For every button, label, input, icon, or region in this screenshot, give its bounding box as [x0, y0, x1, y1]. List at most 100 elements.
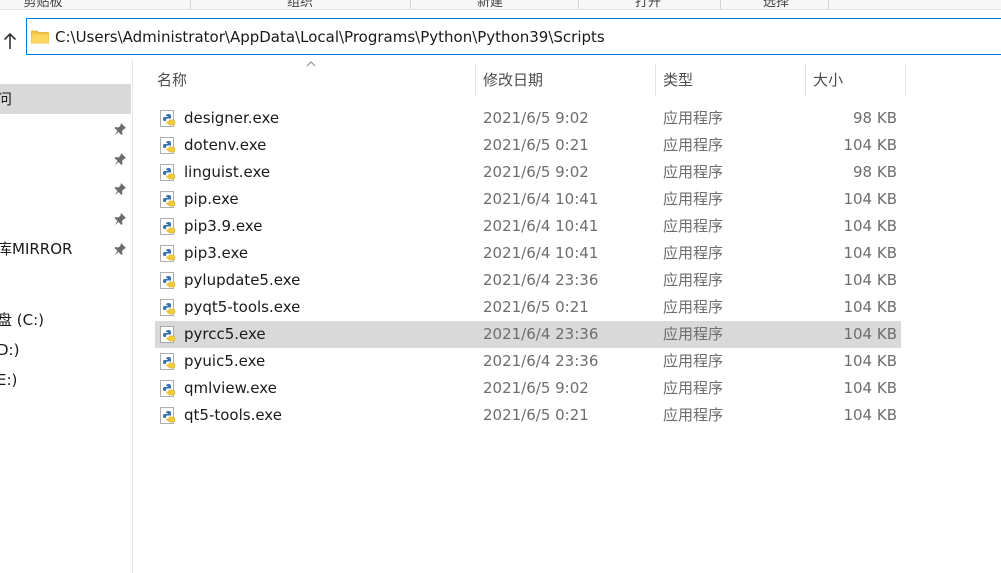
file-size: 104 KB: [843, 136, 897, 154]
nav-item-drive-d[interactable]: D:): [0, 335, 131, 365]
python-exe-icon: [160, 353, 176, 370]
nav-item-quick-access[interactable]: 问: [0, 84, 131, 114]
python-exe-icon: [160, 326, 176, 343]
file-row[interactable]: pip3.exe 2021/6/4 10:41 应用程序 104 KB: [155, 240, 901, 267]
file-date: 2021/6/4 23:36: [483, 352, 599, 370]
ribbon-group-clipboard: 剪贴板: [23, 0, 63, 10]
python-exe-icon: [160, 272, 176, 289]
nav-item-mirror[interactable]: 库MIRROR: [0, 234, 131, 264]
file-row[interactable]: linguist.exe 2021/6/5 9:02 应用程序 98 KB: [155, 159, 901, 186]
column-header-label: 名称: [157, 71, 188, 89]
file-date: 2021/6/4 23:36: [483, 271, 599, 289]
file-row[interactable]: qt5-tools.exe 2021/6/5 0:21 应用程序 104 KB: [155, 402, 901, 429]
pin-icon: [114, 183, 126, 196]
file-type: 应用程序: [663, 136, 724, 154]
pin-icon: [114, 123, 126, 136]
sort-ascending-icon: [306, 60, 316, 71]
ribbon-group-organize: 组织: [286, 0, 313, 10]
pin-icon: [114, 153, 126, 166]
ribbon-group-labels: 剪贴板 组织 新建 打开 选择: [0, 0, 1001, 10]
column-header-type[interactable]: 类型: [659, 60, 805, 98]
address-row: C:\Users\Administrator\AppData\Local\Pro…: [0, 10, 1001, 60]
file-size: 104 KB: [843, 325, 897, 343]
column-header-size[interactable]: 大小: [809, 60, 905, 98]
column-header-label: 类型: [663, 71, 694, 89]
python-exe-icon: [160, 137, 176, 154]
nav-item-pinned-1[interactable]: [0, 114, 131, 144]
file-name: pyqt5-tools.exe: [184, 298, 301, 316]
file-name: linguist.exe: [184, 163, 271, 181]
file-type: 应用程序: [663, 298, 724, 316]
file-type: 应用程序: [663, 352, 724, 370]
column-header-label: 大小: [813, 71, 844, 89]
file-date: 2021/6/5 0:21: [483, 406, 589, 424]
file-date: 2021/6/5 0:21: [483, 136, 589, 154]
file-name: dotenv.exe: [184, 136, 267, 154]
file-row[interactable]: qmlview.exe 2021/6/5 9:02 应用程序 104 KB: [155, 375, 901, 402]
file-size: 104 KB: [843, 352, 897, 370]
file-type: 应用程序: [663, 406, 724, 424]
file-name: qmlview.exe: [184, 379, 277, 397]
file-row[interactable]: pyrcc5.exe 2021/6/4 23:36 应用程序 104 KB: [155, 321, 901, 348]
folder-icon: [31, 30, 49, 44]
nav-item-label: D:): [0, 341, 20, 359]
file-name: pip.exe: [184, 190, 239, 208]
nav-item-label: 库MIRROR: [0, 240, 73, 258]
file-row[interactable]: pip3.9.exe 2021/6/4 10:41 应用程序 104 KB: [155, 213, 901, 240]
ribbon-group-select: 选择: [762, 0, 789, 10]
file-name: pyrcc5.exe: [184, 325, 266, 343]
file-date: 2021/6/4 10:41: [483, 190, 599, 208]
file-name: pylupdate5.exe: [184, 271, 301, 289]
python-exe-icon: [160, 245, 176, 262]
nav-item-pinned-4[interactable]: [0, 204, 131, 234]
file-name: pip3.exe: [184, 244, 249, 262]
address-bar[interactable]: C:\Users\Administrator\AppData\Local\Pro…: [26, 18, 1001, 55]
ribbon-divider: [410, 0, 411, 9]
python-exe-icon: [160, 218, 176, 235]
file-row[interactable]: designer.exe 2021/6/5 9:02 应用程序 98 KB: [155, 105, 901, 132]
up-arrow-icon[interactable]: [0, 29, 20, 53]
column-divider[interactable]: [805, 64, 806, 96]
file-date: 2021/6/5 0:21: [483, 298, 589, 316]
nav-item-drive-e[interactable]: E:): [0, 365, 131, 395]
file-size: 98 KB: [853, 163, 897, 181]
column-header-label: 修改日期: [483, 71, 544, 89]
file-type: 应用程序: [663, 163, 724, 181]
file-row[interactable]: dotenv.exe 2021/6/5 0:21 应用程序 104 KB: [155, 132, 901, 159]
pin-icon: [114, 213, 126, 226]
file-row[interactable]: pyqt5-tools.exe 2021/6/5 0:21 应用程序 104 KB: [155, 294, 901, 321]
pin-icon: [114, 243, 126, 256]
python-exe-icon: [160, 380, 176, 397]
column-divider[interactable]: [655, 64, 656, 96]
nav-item-pinned-2[interactable]: [0, 144, 131, 174]
file-row[interactable]: pylupdate5.exe 2021/6/4 23:36 应用程序 104 KB: [155, 267, 901, 294]
ribbon-group-new: 新建: [476, 0, 503, 10]
ribbon-group-open: 打开: [634, 0, 661, 10]
file-type: 应用程序: [663, 190, 724, 208]
column-header-date[interactable]: 修改日期: [479, 60, 655, 98]
file-name: pyuic5.exe: [184, 352, 266, 370]
nav-item-drive-c[interactable]: 盘 (C:): [0, 305, 131, 335]
nav-item-label: E:): [0, 371, 18, 389]
column-divider[interactable]: [905, 64, 906, 96]
file-date: 2021/6/4 23:36: [483, 325, 599, 343]
file-row[interactable]: pip.exe 2021/6/4 10:41 应用程序 104 KB: [155, 186, 901, 213]
python-exe-icon: [160, 110, 176, 127]
file-size: 104 KB: [843, 217, 897, 235]
column-divider[interactable]: [475, 64, 476, 96]
python-exe-icon: [160, 299, 176, 316]
ribbon-divider: [828, 0, 829, 9]
file-type: 应用程序: [663, 244, 724, 262]
file-name: qt5-tools.exe: [184, 406, 282, 424]
file-name: designer.exe: [184, 109, 280, 127]
file-row[interactable]: pyuic5.exe 2021/6/4 23:36 应用程序 104 KB: [155, 348, 901, 375]
file-date: 2021/6/4 10:41: [483, 217, 599, 235]
file-type: 应用程序: [663, 325, 724, 343]
file-size: 104 KB: [843, 298, 897, 316]
file-date: 2021/6/4 10:41: [483, 244, 599, 262]
file-size: 104 KB: [843, 244, 897, 262]
file-name: pip3.9.exe: [184, 217, 263, 235]
nav-item-pinned-3[interactable]: [0, 174, 131, 204]
python-exe-icon: [160, 407, 176, 424]
address-path: C:\Users\Administrator\AppData\Local\Pro…: [55, 28, 605, 46]
